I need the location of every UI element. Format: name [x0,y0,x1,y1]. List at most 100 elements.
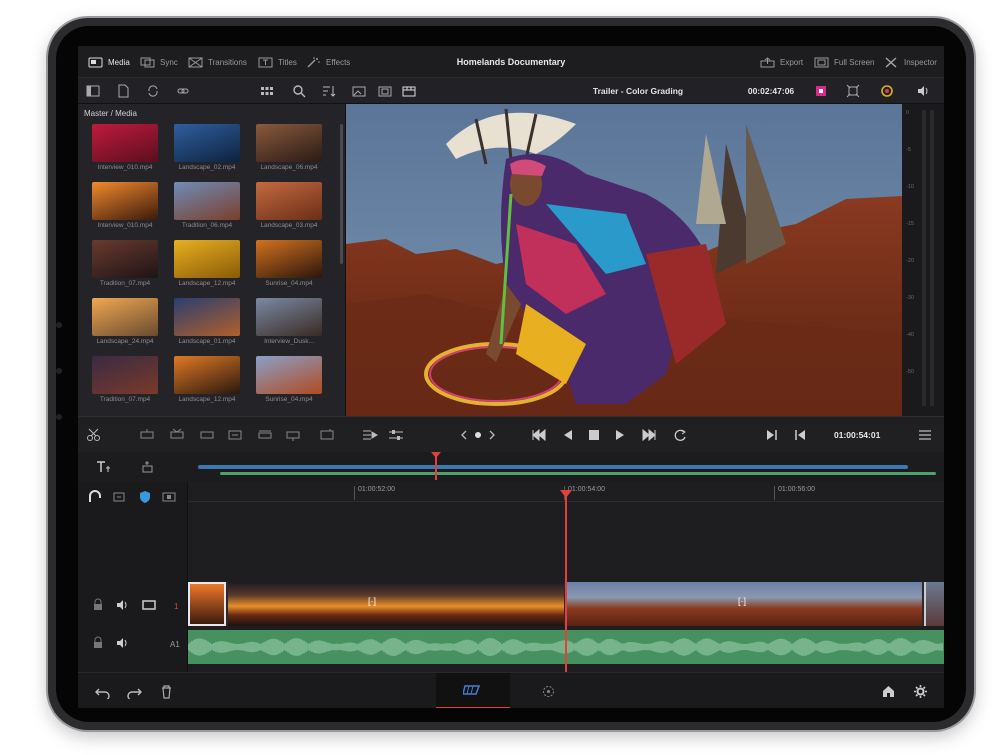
mini-video-track[interactable] [198,465,908,469]
tab-sync[interactable]: Sync [140,46,178,78]
prev-clip-button[interactable] [790,426,810,444]
video-clip[interactable] [924,582,944,626]
mute-video-track[interactable] [114,596,132,614]
media-clip-thumbnail[interactable]: Landscape_02.mp4 [174,124,240,174]
loop-button[interactable] [670,426,690,444]
transport-timecode: 01:00:54:01 [834,430,881,440]
media-clip-thumbnail[interactable]: Landscape_24.mp4 [92,298,158,348]
trim-mode-button[interactable] [360,426,380,444]
volume-button[interactable] [914,82,932,100]
inspector-button[interactable]: Inspector [884,46,937,78]
timeline-name-dropdown[interactable]: Trailer - Color Grading [538,78,738,104]
media-clip-thumbnail[interactable]: Landscape_03.mp4 [256,182,322,232]
edit-page-tab[interactable] [538,682,558,700]
edit-top-button[interactable] [256,426,274,444]
stop-button[interactable] [584,426,604,444]
media-clip-thumbnail[interactable]: Interview_010.mp4 [92,124,158,174]
play-reverse-button[interactable] [558,426,578,444]
color-page-button[interactable] [812,82,830,100]
media-clip-thumbnail[interactable]: Sunrise_04.mp4 [256,240,322,290]
media-clip-thumbnail[interactable]: Sunrise_04.mp4 [256,356,322,406]
playhead[interactable] [565,496,567,672]
magnet-button[interactable] [86,488,104,506]
search-button[interactable] [290,82,308,100]
edit-append-button[interactable] [284,426,302,444]
media-clip-thumbnail[interactable]: Tradition_07.mp4 [92,356,158,406]
grid-view-button[interactable] [258,82,276,100]
edit-insert-button[interactable] [168,426,186,444]
prev-edit-icon [795,430,805,440]
edit-replace-button[interactable] [198,426,216,444]
export-button[interactable]: Export [760,46,803,78]
clip-name: Sunrise_04.mp4 [265,396,313,403]
clip-view-button[interactable] [400,82,418,100]
panel-toggle-button[interactable] [84,82,102,100]
media-clip-thumbnail[interactable]: Tradition_06.mp4 [174,182,240,232]
tab-transitions[interactable]: Transitions [188,46,247,78]
edit-overwrite-button[interactable] [138,426,156,444]
trash-icon [161,684,171,699]
delete-button[interactable] [156,682,176,700]
import-button[interactable] [114,82,132,100]
razor-tool-button[interactable] [84,426,104,444]
media-clip-thumbnail[interactable]: Tradition_07.mp4 [92,240,158,290]
color-correction-button[interactable] [878,82,896,100]
add-track-button[interactable] [136,458,158,476]
media-clip-thumbnail[interactable]: Landscape_01.mp4 [174,298,240,348]
speaker-icon [117,600,127,610]
media-clip-thumbnail[interactable]: Landscape_06.mp4 [256,124,322,174]
monitor-icon [142,600,156,610]
link-clips-button[interactable] [110,488,128,506]
tab-titles[interactable]: Titles [258,46,297,78]
menu-button[interactable] [916,426,934,444]
mini-audio-track[interactable] [220,472,936,475]
cut-page-tab[interactable] [436,673,510,708]
inspector-icon [885,57,897,67]
clip-view-toggle[interactable] [160,488,178,506]
speaker-icon [117,638,127,648]
film-icon [402,86,416,97]
mute-audio-track[interactable] [114,634,132,652]
lock-audio-track[interactable] [90,634,106,652]
clip-name: Landscape_03.mp4 [260,222,318,229]
sort-button[interactable] [320,82,338,100]
video-track-visibility[interactable] [140,596,158,614]
flag-button[interactable] [136,488,154,506]
relink-button[interactable] [144,82,162,100]
jog-control[interactable] [460,426,496,444]
tab-media[interactable]: Media [88,46,130,78]
adjust-button[interactable] [386,426,406,444]
video-clip[interactable] [228,582,564,626]
snap-icon [97,461,110,472]
clip-preview-image [256,240,322,278]
media-scrollbar[interactable] [340,124,343,264]
link-button[interactable] [174,82,192,100]
fullscreen-button[interactable]: Full Screen [814,46,874,78]
media-clip-thumbnail[interactable]: Landscape_12.mp4 [174,356,240,406]
viewer-mode-button[interactable] [350,82,368,100]
media-clip-thumbnail[interactable]: Interview_010.mp4 [92,182,158,232]
lock-video-track[interactable] [90,596,106,614]
settings-button[interactable] [910,682,930,700]
next-clip-button[interactable] [762,426,782,444]
clip-name: Tradition_07.mp4 [99,280,151,287]
media-clip-thumbnail[interactable]: Interview_Dusk... [256,298,322,348]
play-button[interactable] [610,426,630,444]
undo-button[interactable] [92,682,112,700]
home-button[interactable] [878,682,898,700]
media-clip-thumbnail[interactable]: Landscape_12.mp4 [174,240,240,290]
snap-tool-button[interactable] [92,458,114,476]
meter-scale-label: -40 [906,332,914,338]
redo-button[interactable] [124,682,144,700]
transition-marker-icon[interactable]: [·] [368,596,376,606]
safe-area-button[interactable] [376,82,394,100]
transition-marker-icon[interactable]: [·] [738,596,746,606]
tab-effects[interactable]: Effects [306,46,350,78]
transform-button[interactable] [844,82,862,100]
go-to-start-button[interactable] [528,426,550,444]
export-label: Export [780,57,804,67]
edit-ripple-button[interactable] [318,426,336,444]
go-to-end-button[interactable] [638,426,660,444]
edit-fit-button[interactable] [226,426,244,444]
video-clip[interactable] [188,582,226,626]
